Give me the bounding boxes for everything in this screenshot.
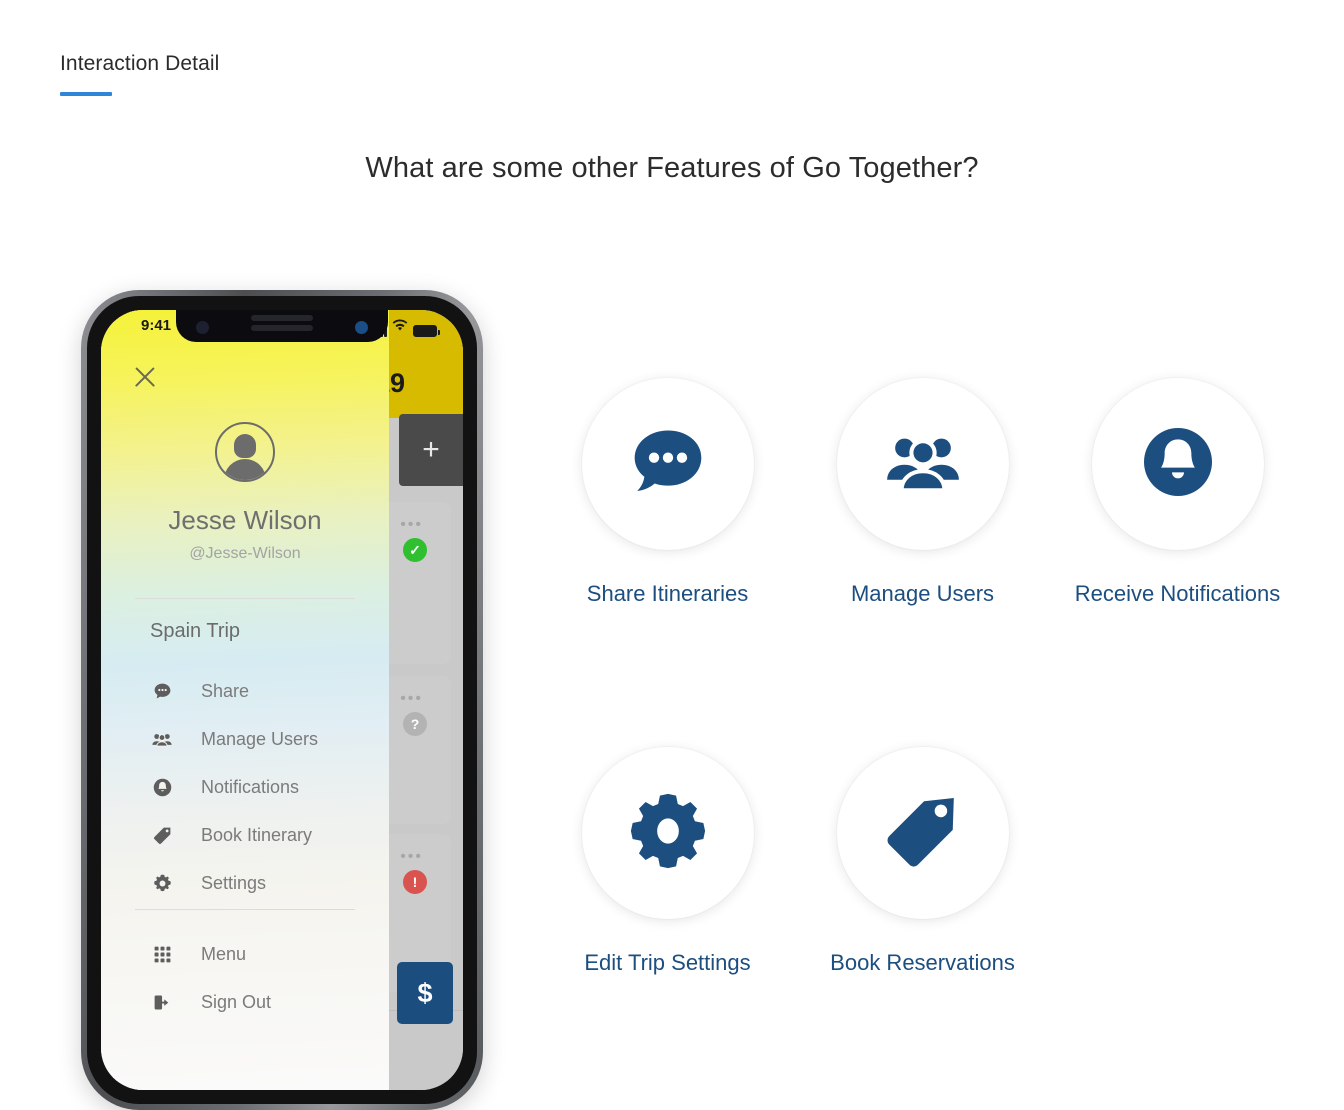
page-tab[interactable]: Interaction Detail (60, 52, 219, 96)
bell-circle-icon (1138, 422, 1218, 507)
page-tab-label: Interaction Detail (60, 52, 220, 75)
feature-icon-circle (581, 378, 754, 550)
drawer-item-menu[interactable]: Menu (101, 930, 389, 978)
chat-bubble-dots-icon (625, 419, 711, 510)
page-tab-underline (60, 92, 112, 96)
status-time: 9:41 (141, 317, 172, 334)
battery-icon (413, 325, 440, 337)
help-circle-icon: ? (403, 712, 427, 736)
feature-edit-trip-settings[interactable]: Edit Trip Settings (540, 747, 795, 976)
users-icon (148, 729, 176, 750)
drawer-item-label: Sign Out (201, 991, 272, 1012)
feature-book-reservations[interactable]: Book Reservations (795, 747, 1050, 976)
feature-share-itineraries[interactable]: Share Itineraries (540, 378, 795, 607)
drawer-menu-secondary: Menu Sign Out (101, 930, 389, 1026)
app-add-button[interactable]: + (399, 414, 463, 486)
grid-icon (148, 945, 176, 964)
feature-icon-circle (1091, 378, 1264, 550)
earpiece-speaker-icon (251, 315, 313, 321)
feature-receive-notifications[interactable]: Receive Notifications (1050, 378, 1305, 607)
tag-icon (148, 825, 176, 846)
app-payment-button[interactable]: $ (397, 962, 453, 1024)
features-grid: Share Itineraries Manage Users Receive N… (540, 378, 1340, 976)
phone-bezel: '19 + ••• ✓ 127 ••• ? ••• ! (87, 296, 477, 1104)
page-title: What are some other Features of Go Toget… (365, 152, 979, 184)
phone-screen: '19 + ••• ✓ 127 ••• ? ••• ! (101, 310, 463, 1090)
feature-label: Manage Users (850, 581, 995, 606)
check-circle-icon: ✓ (403, 538, 427, 562)
feature-manage-users[interactable]: Manage Users (795, 378, 1050, 607)
wifi-icon (392, 319, 408, 337)
feature-label: Share Itineraries (586, 581, 749, 606)
drawer-divider-bottom (135, 909, 355, 910)
feature-label: Book Reservations (830, 950, 1015, 975)
front-camera-icon (355, 321, 368, 334)
features-row: Edit Trip Settings Book Reservations (540, 747, 1340, 976)
drawer-item-label: Book Itinerary (201, 824, 313, 845)
alert-circle-icon: ! (403, 870, 427, 894)
gear-icon (148, 873, 176, 894)
drawer-item-label: Settings (201, 872, 267, 893)
drawer-item-notifications[interactable]: Notifications (101, 763, 389, 811)
profile-name: Jesse Wilson (168, 505, 322, 535)
chat-bubble-icon (148, 681, 176, 702)
drawer-divider-top (135, 598, 355, 599)
feature-icon-circle (581, 747, 754, 919)
tag-icon (880, 788, 966, 879)
drawer-item-settings[interactable]: Settings (101, 859, 389, 907)
phone-notch (176, 310, 388, 342)
earpiece-speaker-icon (251, 325, 313, 331)
profile-handle: @Jesse-Wilson (189, 545, 301, 562)
drawer-item-share[interactable]: Share (101, 667, 389, 715)
overflow-dots-icon[interactable]: ••• (400, 848, 423, 866)
side-drawer: Jesse Wilson @Jesse-Wilson Spain Trip Sh… (101, 310, 389, 1090)
close-icon[interactable] (132, 364, 158, 390)
drawer-menu-primary: Share Manage Users Notifications Book It… (101, 667, 389, 907)
drawer-item-label: Menu (201, 943, 247, 964)
sign-out-icon (148, 992, 176, 1013)
feature-label: Edit Trip Settings (584, 950, 751, 975)
gear-icon (626, 789, 710, 878)
feature-icon-circle (836, 378, 1009, 550)
drawer-item-label: Manage Users (201, 728, 319, 749)
overflow-dots-icon[interactable]: ••• (400, 690, 423, 708)
drawer-item-sign-out[interactable]: Sign Out (101, 978, 389, 1026)
user-avatar-icon (215, 422, 275, 482)
phone-mockup: '19 + ••• ✓ 127 ••• ? ••• ! (63, 290, 493, 1110)
proximity-sensor-icon (196, 321, 209, 334)
drawer-item-label: Notifications (201, 776, 300, 797)
features-row: Share Itineraries Manage Users Receive N… (540, 378, 1340, 607)
drawer-item-book-itinerary[interactable]: Book Itinerary (101, 811, 389, 859)
bell-circle-icon (148, 777, 176, 798)
drawer-item-label: Share (201, 680, 250, 701)
drawer-item-manage-users[interactable]: Manage Users (101, 715, 389, 763)
drawer-section-title: Spain Trip (150, 620, 241, 642)
feature-icon-circle (836, 747, 1009, 919)
overflow-dots-icon[interactable]: ••• (400, 516, 423, 534)
feature-label: Receive Notifications (1074, 581, 1281, 606)
users-group-icon (882, 421, 964, 508)
phone-frame: '19 + ••• ✓ 127 ••• ? ••• ! (81, 290, 483, 1110)
